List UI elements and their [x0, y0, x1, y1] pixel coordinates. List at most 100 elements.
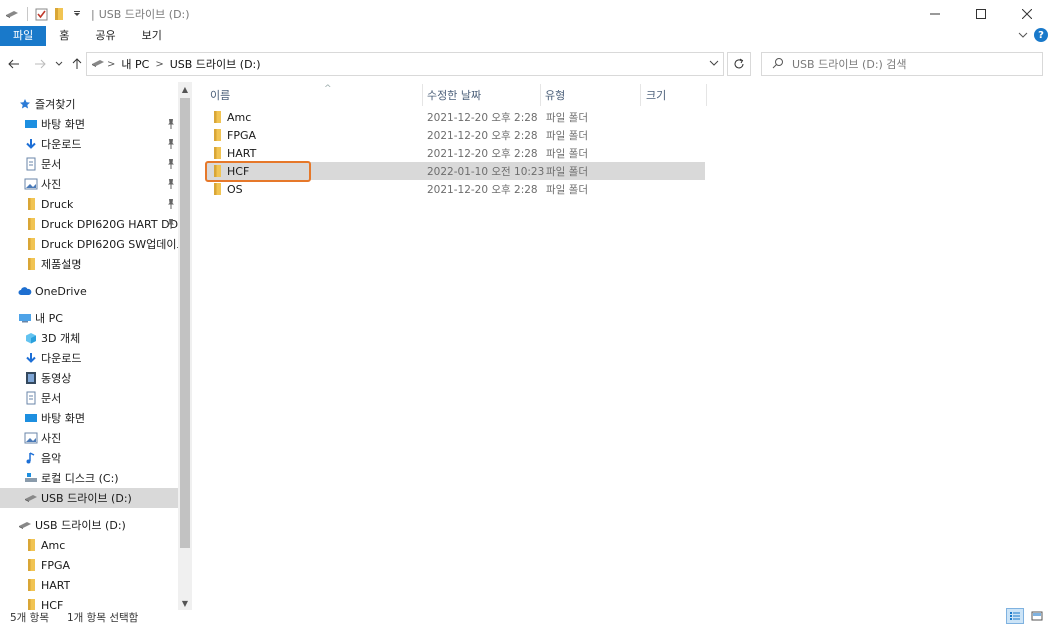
nav-item-label: Druck DPI620G HART DD F: [41, 217, 178, 231]
folder-icon: [211, 182, 225, 196]
usb-drive-icon: [24, 491, 38, 505]
cube-icon: [24, 331, 38, 345]
folder-icon: [24, 558, 38, 572]
title-bar: | USB 드라이브 (D:): [0, 0, 1050, 28]
nav-item[interactable]: 즐겨찾기: [0, 94, 178, 114]
file-row[interactable]: OS 2021-12-20 오후 2:28 파일 폴더: [206, 180, 705, 198]
nav-item[interactable]: Amc: [0, 535, 178, 555]
nav-item-label: USB 드라이브 (D:): [35, 519, 126, 532]
up-button[interactable]: [70, 54, 84, 74]
sort-ascending-icon: ^: [324, 84, 332, 94]
scroll-thumb[interactable]: [180, 98, 190, 548]
desktop-icon: [24, 411, 38, 425]
nav-item[interactable]: Druck DPI620G HART DD F: [0, 214, 178, 234]
breadcrumb-my-pc[interactable]: 내 PC: [121, 56, 149, 72]
nav-item[interactable]: 음악: [0, 448, 178, 468]
help-icon[interactable]: ?: [1034, 28, 1048, 42]
column-header-date[interactable]: 수정한 날짜: [427, 84, 537, 106]
nav-item[interactable]: HART: [0, 575, 178, 595]
navigation-pane: 즐겨찾기 바탕 화면 다운로드 문서 사진 Druck Druck DPI620G HART…: [0, 82, 192, 610]
folder-icon: [211, 146, 225, 160]
column-header-type[interactable]: 유형: [545, 84, 640, 106]
nav-item[interactable]: 로컬 디스크 (C:): [0, 468, 178, 488]
forward-button[interactable]: [32, 54, 48, 74]
address-bar[interactable]: > 내 PC > USB 드라이브 (D:): [86, 52, 724, 76]
file-list: 이름 ^ 수정한 날짜 유형 크기 Amc 2021-12-20 오후 2:28 파…: [194, 80, 1050, 610]
file-date: 2021-12-20 오후 2:28: [427, 129, 538, 142]
pictures-icon: [24, 431, 38, 445]
tab-share[interactable]: 공유: [82, 26, 128, 46]
nav-item-label: 제품설명: [41, 258, 82, 271]
nav-item-label: 로컬 디스크 (C:): [41, 472, 119, 485]
nav-item[interactable]: 다운로드: [0, 134, 178, 154]
nav-item[interactable]: Druck DPI620G SW업데이트_: [0, 234, 178, 254]
tab-home[interactable]: 홈: [46, 26, 82, 46]
ribbon-tabs: 파일 홈 공유 보기 ?: [0, 26, 1050, 46]
search-input[interactable]: [792, 57, 1032, 71]
pin-icon: [166, 118, 176, 130]
nav-item[interactable]: 사진: [0, 174, 178, 194]
chevron-down-icon[interactable]: [709, 57, 719, 70]
file-row[interactable]: FPGA 2021-12-20 오후 2:28 파일 폴더: [206, 126, 705, 144]
nav-item[interactable]: 사진: [0, 428, 178, 448]
nav-item[interactable]: 제품설명: [0, 254, 178, 274]
nav-item[interactable]: Druck: [0, 194, 178, 214]
large-icons-view-button[interactable]: [1028, 608, 1046, 624]
folder-icon: [24, 197, 38, 211]
nav-item[interactable]: 다운로드: [0, 348, 178, 368]
refresh-button[interactable]: [727, 52, 751, 76]
nav-item[interactable]: USB 드라이브 (D:): [0, 515, 178, 535]
nav-item-label: 사진: [41, 432, 62, 445]
file-row[interactable]: Amc 2021-12-20 오후 2:28 파일 폴더: [206, 108, 705, 126]
properties-icon[interactable]: [33, 6, 49, 22]
usb-drive-icon: [18, 518, 32, 532]
column-divider[interactable]: [422, 84, 423, 106]
column-type-label: 유형: [545, 89, 566, 102]
chevron-right-icon[interactable]: >: [155, 59, 163, 70]
desktop-icon: [24, 117, 38, 131]
details-view-button[interactable]: [1006, 608, 1024, 624]
pin-icon: [166, 218, 176, 230]
customize-dropdown-icon[interactable]: [69, 6, 85, 22]
close-button[interactable]: [1004, 0, 1050, 28]
file-type: 파일 폴더: [546, 129, 588, 142]
nav-item[interactable]: 내 PC: [0, 308, 178, 328]
minimize-button[interactable]: [912, 0, 958, 28]
nav-item[interactable]: 문서: [0, 154, 178, 174]
nav-item[interactable]: FPGA: [0, 555, 178, 575]
maximize-button[interactable]: [958, 0, 1004, 28]
breadcrumb-usb-drive[interactable]: USB 드라이브 (D:): [170, 56, 261, 72]
column-divider[interactable]: [540, 84, 541, 106]
column-divider[interactable]: [640, 84, 641, 106]
pin-icon: [166, 158, 176, 170]
nav-item-label: 문서: [41, 392, 62, 405]
nav-item[interactable]: USB 드라이브 (D:): [0, 488, 178, 508]
column-name-label: 이름: [210, 89, 231, 102]
nav-item-label: FPGA: [41, 558, 71, 572]
column-header-size[interactable]: 크기: [646, 84, 706, 106]
nav-item[interactable]: 문서: [0, 388, 178, 408]
nav-item[interactable]: 바탕 화면: [0, 408, 178, 428]
expand-ribbon-icon[interactable]: [1018, 29, 1028, 42]
file-type: 파일 폴더: [546, 165, 588, 178]
nav-item[interactable]: 바탕 화면: [0, 114, 178, 134]
new-folder-icon[interactable]: [51, 6, 67, 22]
column-divider[interactable]: [706, 84, 707, 106]
recent-locations-button[interactable]: [54, 54, 64, 74]
column-size-label: 크기: [646, 89, 667, 102]
nav-item[interactable]: OneDrive: [0, 281, 178, 301]
folder-icon: [24, 237, 38, 251]
quick-access-toolbar: | USB 드라이브 (D:): [0, 0, 190, 28]
search-box[interactable]: [761, 52, 1043, 76]
back-button[interactable]: [6, 54, 22, 74]
scroll-up-button[interactable]: ▲: [178, 82, 192, 96]
tab-view[interactable]: 보기: [129, 26, 175, 46]
column-header-name[interactable]: 이름 ^: [210, 84, 420, 106]
chevron-right-icon[interactable]: >: [107, 59, 115, 70]
navigation-scrollbar[interactable]: ▲ ▼: [178, 82, 192, 610]
nav-item[interactable]: 3D 개체: [0, 328, 178, 348]
nav-item[interactable]: 동영상: [0, 368, 178, 388]
drive-icon[interactable]: [4, 6, 20, 22]
file-row[interactable]: HART 2021-12-20 오후 2:28 파일 폴더: [206, 144, 705, 162]
tab-file[interactable]: 파일: [0, 26, 47, 46]
